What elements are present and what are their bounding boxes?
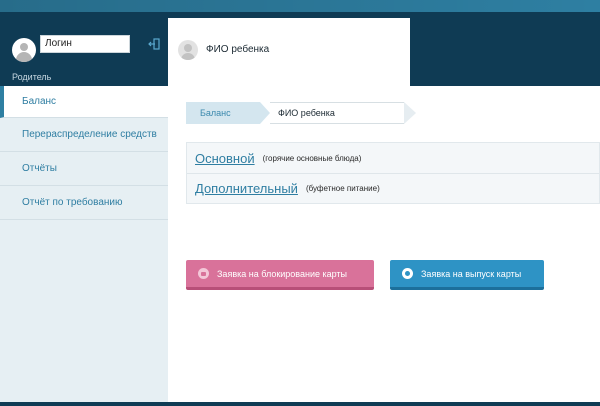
content-bottom-bar bbox=[168, 402, 600, 406]
breadcrumb-balance[interactable]: Баланс bbox=[186, 102, 260, 124]
breadcrumb-arrow bbox=[404, 102, 416, 124]
nav-bottom-bar bbox=[0, 402, 168, 406]
child-name: ФИО ребенка bbox=[206, 44, 270, 55]
user-role: Родитель bbox=[12, 72, 52, 82]
account-main-link[interactable]: Основной bbox=[195, 151, 255, 166]
breadcrumb-child: ФИО ребенка bbox=[270, 102, 404, 124]
child-tab[interactable]: ФИО ребенка bbox=[168, 18, 410, 86]
avatar-head bbox=[20, 43, 28, 51]
sidebar-item-reports[interactable]: Отчёты bbox=[0, 152, 168, 186]
user-avatar bbox=[12, 38, 36, 62]
sidebar-item-label: Отчёты bbox=[22, 163, 57, 174]
breadcrumb-arrow bbox=[260, 102, 270, 124]
child-avatar bbox=[178, 40, 198, 60]
lock-icon bbox=[198, 268, 209, 279]
sidebar-item-label: Баланс bbox=[22, 96, 57, 107]
sidebar-item-balance[interactable]: Баланс bbox=[0, 86, 168, 118]
block-card-button[interactable]: Заявка на блокирование карты bbox=[186, 260, 374, 290]
login-field[interactable]: Логин bbox=[40, 35, 130, 53]
sidebar-item-label: Перераспределение средств bbox=[22, 129, 157, 140]
sidebar-nav: Баланс Перераспределение средств Отчёты … bbox=[0, 86, 168, 406]
account-note: (буфетное питание) bbox=[305, 184, 380, 193]
accounts-list: Основной (горячие основные блюда) Дополн… bbox=[186, 142, 600, 204]
account-extra-link[interactable]: Дополнительный bbox=[195, 181, 298, 196]
issue-card-label: Заявка на выпуск карты bbox=[421, 268, 522, 279]
avatar-shoulders bbox=[16, 52, 32, 62]
top-strip-shade bbox=[0, 0, 600, 12]
list-item: Дополнительный (буфетное питание) bbox=[187, 173, 599, 203]
avatar-head bbox=[184, 44, 192, 52]
circle-icon bbox=[402, 268, 413, 279]
sidebar-item-label: Отчёт по требованию bbox=[22, 197, 123, 208]
main-content: Баланс ФИО ребенка Основной (горячие осн… bbox=[168, 86, 600, 402]
issue-card-button[interactable]: Заявка на выпуск карты bbox=[390, 260, 544, 290]
top-strip bbox=[0, 0, 600, 12]
avatar-shoulders bbox=[181, 53, 195, 60]
sidebar-item-report-on-demand[interactable]: Отчёт по требованию bbox=[0, 186, 168, 220]
list-item: Основной (горячие основные блюда) bbox=[187, 143, 599, 173]
account-note: (горячие основные блюда) bbox=[262, 153, 362, 163]
user-header: Логин Родитель bbox=[0, 12, 168, 86]
block-card-label: Заявка на блокирование карты bbox=[217, 268, 348, 279]
logout-icon[interactable] bbox=[148, 38, 160, 50]
sidebar-item-redistribution[interactable]: Перераспределение средств bbox=[0, 118, 168, 152]
